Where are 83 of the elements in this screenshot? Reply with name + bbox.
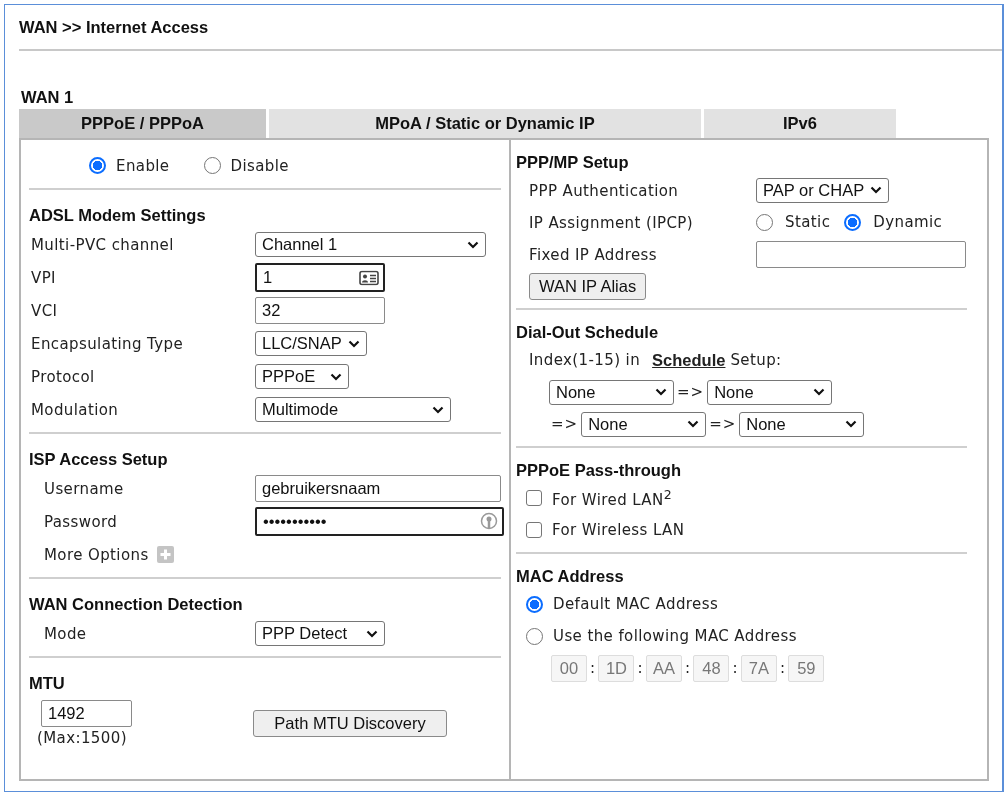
option-label: Static [785, 213, 831, 231]
field-label: Modulation [31, 401, 119, 419]
section-heading: ADSL Modem Settings [29, 205, 206, 225]
chevron-icon [687, 420, 700, 428]
option-label: Use the following MAC Address [553, 627, 797, 645]
dropdown[interactable]: PAP or CHAP [756, 177, 890, 203]
field-label: Fixed IP Address [529, 245, 657, 264]
more-options-label: More Options [44, 545, 149, 564]
chevron-icon [330, 372, 342, 381]
dropdown[interactable]: None [549, 379, 674, 405]
dropdown[interactable]: None [739, 411, 865, 437]
alias-button[interactable]: WAN IP Alias [529, 272, 647, 300]
checkbox[interactable] [526, 522, 542, 538]
dropdown[interactable]: Multimode [255, 397, 451, 422]
section-title: WAN 1 [21, 88, 74, 107]
discovery-button[interactable]: Path MTU Discovery [253, 710, 447, 737]
section-heading: Dial-Out Schedule [516, 322, 659, 342]
option-label: Default MAC Address [553, 595, 719, 613]
option-label: For Wired LAN$^{2}$ [552, 487, 672, 509]
input-field[interactable]: gebruikersnaam [255, 475, 501, 502]
contact-card-icon[interactable] [359, 270, 379, 285]
option-label: Disable [230, 156, 289, 175]
chevron-icon [467, 240, 479, 249]
separator-text: : [590, 659, 596, 677]
chevron-icon [366, 629, 378, 638]
field-label: Protocol [31, 368, 95, 386]
separator-text: : [732, 659, 738, 677]
option-label: Dynamic [873, 213, 943, 231]
chevron-icon [813, 388, 826, 396]
field-label: Username [44, 480, 124, 498]
section-heading: PPPoE Pass-through [516, 460, 682, 480]
field-label: Multi-PVC channel [31, 236, 174, 254]
chevron-icon [655, 388, 667, 396]
arrow-text: => [551, 415, 579, 433]
chevron-icon [845, 420, 858, 428]
section-heading: PPP/MP Setup [516, 152, 629, 172]
input-field[interactable]: ••••••••••• [255, 507, 504, 536]
field-label: PPP Authentication [529, 181, 679, 200]
input-field[interactable]: 32 [255, 297, 385, 324]
field-label: Password [44, 513, 118, 531]
field-label: IP Assignment (IPCP) [529, 213, 693, 232]
field-label: Mode [44, 625, 87, 643]
option-label: Enable [116, 156, 170, 175]
page-title: WAN >> Internet Access [19, 17, 209, 37]
dropdown[interactable]: PPPoE [255, 364, 349, 389]
tab[interactable]: PPPoE / PPPoA [19, 109, 266, 138]
chevron-icon [870, 186, 883, 194]
tab[interactable]: IPv6 [704, 109, 896, 138]
radio-button[interactable] [844, 213, 862, 231]
arrow-text: => [709, 415, 737, 433]
help-text: Setup: [730, 351, 782, 369]
dropdown[interactable]: None [581, 411, 707, 437]
radio-button[interactable] [526, 627, 543, 645]
radio-button[interactable] [756, 213, 773, 231]
separator-text: : [637, 659, 643, 677]
section-heading: MAC Address [516, 566, 624, 586]
schedule-link[interactable]: Schedule [652, 350, 726, 370]
dropdown[interactable]: Channel 1 [255, 232, 486, 257]
help-text: Index(1-15) in [529, 351, 641, 369]
dropdown[interactable]: LLC/SNAP [255, 331, 367, 356]
dropdown[interactable]: PPP Detect [255, 621, 385, 646]
input-field[interactable] [756, 240, 966, 268]
field-label: VCI [31, 302, 58, 320]
input-field[interactable]: 1492 [41, 700, 132, 727]
chevron-icon [432, 405, 444, 414]
section-heading: WAN Connection Detection [29, 594, 243, 614]
input-field[interactable]: 1 [255, 263, 385, 292]
radio-button[interactable] [89, 157, 106, 174]
chevron-icon [347, 339, 360, 348]
separator-text: : [684, 659, 691, 677]
checkbox[interactable] [526, 490, 542, 506]
arrow-text: => [677, 383, 705, 401]
radio-button[interactable] [203, 157, 221, 174]
field-label: VPI [31, 269, 56, 287]
field-label: Encapsulating Type [31, 335, 184, 353]
separator-text: : [779, 659, 786, 677]
radio-button[interactable] [526, 595, 543, 613]
section-heading: MTU [29, 673, 65, 693]
section-heading: ISP Access Setup [29, 449, 168, 469]
option-label: For Wireless LAN [552, 521, 685, 539]
tab[interactable]: MPoA / Static or Dynamic IP [269, 109, 701, 138]
max-note: (Max:1500) [37, 729, 128, 747]
dropdown[interactable]: None [707, 379, 833, 405]
